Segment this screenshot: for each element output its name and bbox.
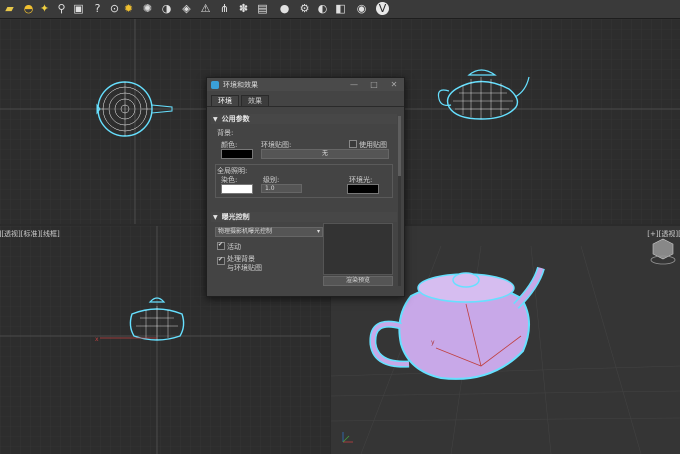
active-checkbox[interactable] xyxy=(217,241,225,250)
svg-text:x: x xyxy=(95,336,99,343)
pointer-icon[interactable]: ⚲ xyxy=(55,2,68,15)
viewport-left-label[interactable]: [+][透视][标准][线框] xyxy=(0,229,60,239)
main-toolbar: ▰ ◓ ✦ ⚲ ▣ ? ⊙ ✹ ✺ ◑ ◈ ⚠ ⋔ ✽ ▤ ● ⚙ ◐ ◧ ◉ … xyxy=(0,0,680,19)
v-logo-icon[interactable]: V xyxy=(376,2,389,15)
render-preview-button[interactable]: 渲染预览 xyxy=(323,276,393,286)
envmap-button[interactable]: 无 xyxy=(261,149,389,159)
viewport-perspective-label[interactable]: [+][透视][标准][默认明暗处理] xyxy=(647,229,680,239)
rollout-common: ▼ 公用参数 背景: 颜色: 环境贴图: 使用贴图 无 全局照明: 染色: 级别… xyxy=(211,114,397,206)
render-frame-icon[interactable]: ◐ xyxy=(316,2,329,15)
dialog-scrollbar[interactable] xyxy=(398,116,401,286)
close-icon[interactable]: ✕ xyxy=(384,80,404,89)
rollout-exposure: ▼ 曝光控制 物理摄影机曝光控制 ▾ 活动 处理背景 与环境贴图 渲染预览 xyxy=(211,212,397,290)
material-editor-icon[interactable]: ◉ xyxy=(355,2,368,15)
maximize-icon[interactable]: □ xyxy=(364,80,384,89)
process-bg-label-2: 与环境贴图 xyxy=(227,264,262,272)
light-sun-icon[interactable]: ⊙ xyxy=(108,2,121,15)
svg-text:y: y xyxy=(431,339,435,346)
chevron-down-icon: ▾ xyxy=(316,228,320,235)
collapse-triangle-icon: ▼ xyxy=(213,213,218,221)
light-icon[interactable]: ✦ xyxy=(38,2,51,15)
process-bg-checkbox[interactable] xyxy=(217,256,225,265)
exposure-type-value: 物理摄影机曝光控制 xyxy=(218,228,273,235)
camera-icon[interactable]: ⋔ xyxy=(218,2,231,15)
level-spinner[interactable]: 1.0 xyxy=(261,184,302,193)
help-icon[interactable]: ? xyxy=(91,2,104,15)
collapse-triangle-icon: ▼ xyxy=(213,115,218,123)
tab-environment[interactable]: 环境 xyxy=(211,95,239,106)
burst-icon[interactable]: ✹ xyxy=(122,2,135,15)
background-label: 背景: xyxy=(217,129,234,137)
exposure-type-dropdown[interactable]: 物理摄影机曝光控制 ▾ xyxy=(215,227,323,237)
rollout-exposure-header[interactable]: ▼ 曝光控制 xyxy=(211,212,397,222)
rollout-exposure-title: 曝光控制 xyxy=(221,213,250,221)
sun-icon[interactable]: ◓ xyxy=(22,2,35,15)
folder-icon[interactable]: ▰ xyxy=(3,2,16,15)
rollout-common-title: 公用参数 xyxy=(221,115,250,123)
dialog-tabs: 环境 效果 xyxy=(207,91,404,107)
dialog-titlebar[interactable]: 环境和效果 — □ ✕ xyxy=(207,78,404,91)
ambient-color-swatch[interactable] xyxy=(347,184,379,194)
grass-icon[interactable]: ⚠ xyxy=(199,2,212,15)
app-logo-icon xyxy=(211,80,219,89)
rollout-common-header[interactable]: ▼ 公用参数 xyxy=(211,114,397,124)
use-map-checkbox[interactable] xyxy=(349,140,357,148)
render-env-icon[interactable]: ◧ xyxy=(334,2,347,15)
active-label: 活动 xyxy=(227,243,241,251)
tint-color-swatch[interactable] xyxy=(221,184,253,194)
tab-effects[interactable]: 效果 xyxy=(241,95,269,106)
material-ball-icon[interactable]: ✽ xyxy=(237,2,250,15)
minimize-icon[interactable]: — xyxy=(344,80,364,89)
render-preview-area xyxy=(323,223,393,275)
teapot-icon[interactable]: ▤ xyxy=(256,2,269,15)
background-color-swatch[interactable] xyxy=(221,149,253,159)
scrollbar-thumb[interactable] xyxy=(398,116,401,176)
render-icon[interactable]: ◑ xyxy=(160,2,173,15)
sphere-icon[interactable]: ✺ xyxy=(141,2,154,15)
dialog-title: 环境和效果 xyxy=(223,80,258,89)
render-setup-icon[interactable]: ⚙ xyxy=(298,2,311,15)
environment-effects-dialog: 环境和效果 — □ ✕ 环境 效果 ▼ 公用参数 背景: 颜色: 环境贴图: 使… xyxy=(206,77,405,297)
triangle-icon[interactable]: ◈ xyxy=(180,2,193,15)
color-wheel-icon[interactable]: ● xyxy=(278,2,291,15)
display-icon[interactable]: ▣ xyxy=(72,2,85,15)
